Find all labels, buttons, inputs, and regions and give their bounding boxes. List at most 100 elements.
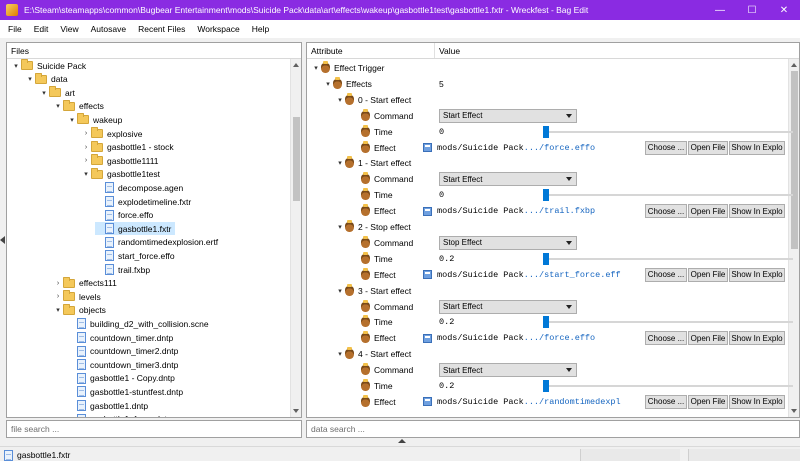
slider-handle[interactable] [543,189,549,202]
tree-file[interactable]: gasbottle1_force.dntp [67,413,172,417]
open-file-button[interactable]: Open File [688,204,728,219]
tree-folder[interactable]: › gasbottle1 - stock [81,140,174,154]
close-button[interactable]: ✕ [768,5,800,16]
tree-file[interactable]: gasbottle1 - Copy.dntp [67,372,175,385]
tree-file[interactable]: explodetimeline.fxtr [95,195,191,208]
chevron-down-icon[interactable]: ▾ [53,101,63,111]
tree-file[interactable]: countdown_timer3.dntp [67,358,178,371]
command-select[interactable]: Start Effect [439,108,577,123]
show-in-explorer-button[interactable]: Show In Explo [729,331,785,346]
command-select[interactable]: Start Effect [439,299,577,314]
chevron-right-icon[interactable]: › [53,278,63,288]
chevron-right-icon[interactable]: › [81,142,91,152]
tree-folder[interactable]: › gasbottle1111 [81,154,159,167]
chevron-down-icon[interactable]: ▾ [81,169,91,179]
tree-file[interactable]: start_force.effo [95,249,175,262]
choose-button[interactable]: Choose ... [645,331,687,346]
minimize-button[interactable]: — [704,5,736,16]
scroll-up-icon[interactable] [293,63,299,67]
tree-folder[interactable]: ▾ Suicide Pack [11,59,86,72]
tree-file[interactable]: gasbottle1-stuntfest.dntp [67,385,183,398]
slider-handle[interactable] [543,125,549,138]
chevron-right-icon[interactable]: › [81,156,91,166]
chevron-down-icon[interactable]: ▾ [335,158,345,168]
command-select[interactable]: Start Effect [439,172,577,187]
tree-file[interactable]: force.effo [95,209,153,222]
tree-file[interactable]: trail.fxbp [95,263,150,276]
show-in-explorer-button[interactable]: Show In Explo [729,267,785,282]
menu-autosave[interactable]: Autosave [85,24,132,34]
effect-path[interactable]: mods/Suicide Pack .../randomtimedexpl [423,393,621,411]
data-scrollbar[interactable] [788,59,799,417]
chevron-down-icon[interactable]: ▾ [25,74,35,84]
chevron-down-icon[interactable]: ▾ [335,349,345,359]
tree-folder[interactable]: › explosive [81,127,142,140]
slider-handle[interactable] [543,252,549,265]
tree-folder[interactable]: › levels [53,290,101,303]
maximize-button[interactable]: ☐ [736,5,768,16]
choose-button[interactable]: Choose ... [645,267,687,282]
command-select[interactable]: Stop Effect [439,235,577,250]
chevron-down-icon[interactable]: ▾ [335,286,345,296]
command-select[interactable]: Start Effect [439,363,577,378]
tree-file[interactable]: building_d2_with_collision.scne [67,317,209,330]
show-in-explorer-button[interactable]: Show In Explo [729,394,785,409]
tree-file[interactable]: gasbottle1.fxtr [95,222,176,236]
tree-folder[interactable]: ▾ data [25,72,68,86]
file-tree-scrollbar[interactable] [290,59,301,417]
scroll-down-icon[interactable] [791,409,797,413]
open-file-button[interactable]: Open File [688,331,728,346]
tree-folder[interactable]: ▾ effects [53,99,104,113]
tree-file[interactable]: gasbottle1.dntp [67,399,148,412]
attribute-column-header[interactable]: Attribute [307,43,435,58]
menu-workspace[interactable]: Workspace [191,24,245,34]
scroll-thumb[interactable] [791,71,798,249]
tree-folder[interactable]: ▾ objects [53,303,106,317]
tree-file[interactable]: countdown_timer2.dntp [67,345,178,358]
chevron-down-icon[interactable]: ▾ [39,88,49,98]
tree-folder[interactable]: ▾ art [39,86,75,99]
choose-button[interactable]: Choose ... [645,394,687,409]
tree-folder[interactable]: ▾ gasbottle1test [81,167,160,181]
open-file-button[interactable]: Open File [688,267,728,282]
chevron-right-icon[interactable]: › [53,292,63,302]
slider-handle[interactable] [543,316,549,329]
data-search-input[interactable]: data search ... [306,420,800,438]
tree-item-label: gasbottle1 - Copy.dntp [90,373,175,384]
tree-folder[interactable]: › effects111 [53,276,117,290]
chevron-down-icon[interactable]: ▾ [67,115,77,125]
scroll-down-icon[interactable] [293,409,299,413]
open-file-button[interactable]: Open File [688,394,728,409]
chevron-right-icon[interactable]: › [81,129,91,139]
open-file-tab[interactable]: gasbottle1.fxtr [0,449,70,461]
chevron-down-icon[interactable]: ▾ [335,95,345,105]
tree-file[interactable]: randomtimedexplosion.ertf [95,236,218,249]
show-in-explorer-button[interactable]: Show In Explo [729,140,785,155]
effect-item-label: 4 - Start effect [358,349,412,360]
menu-recent-files[interactable]: Recent Files [132,24,191,34]
menu-file[interactable]: File [2,24,28,34]
scroll-up-icon[interactable] [791,63,797,67]
tree-folder[interactable]: ▾ wakeup [67,113,122,126]
chevron-down-icon[interactable]: ▾ [311,63,321,73]
value-column-header[interactable]: Value [435,46,460,56]
tree-file[interactable]: decompose.agen [95,181,183,194]
chevron-down-icon[interactable]: ▾ [335,222,345,232]
menu-help[interactable]: Help [246,24,275,34]
chevron-down-icon[interactable]: ▾ [323,79,333,89]
menu-view[interactable]: View [54,24,84,34]
show-in-explorer-button[interactable]: Show In Explo [729,204,785,219]
choose-button[interactable]: Choose ... [645,204,687,219]
file-search-input[interactable]: file search ... [6,420,302,438]
folder-icon [49,86,61,98]
tree-file[interactable]: countdown_timer.dntp [67,331,173,344]
scroll-thumb[interactable] [293,117,300,201]
expand-bottom-icon[interactable] [398,439,406,443]
slider-handle[interactable] [543,380,549,392]
menu-edit[interactable]: Edit [28,24,55,34]
chevron-down-icon[interactable]: ▾ [53,305,63,315]
collapse-left-icon[interactable] [0,236,5,244]
open-file-button[interactable]: Open File [688,140,728,155]
choose-button[interactable]: Choose ... [645,140,687,155]
chevron-down-icon[interactable]: ▾ [11,61,21,71]
